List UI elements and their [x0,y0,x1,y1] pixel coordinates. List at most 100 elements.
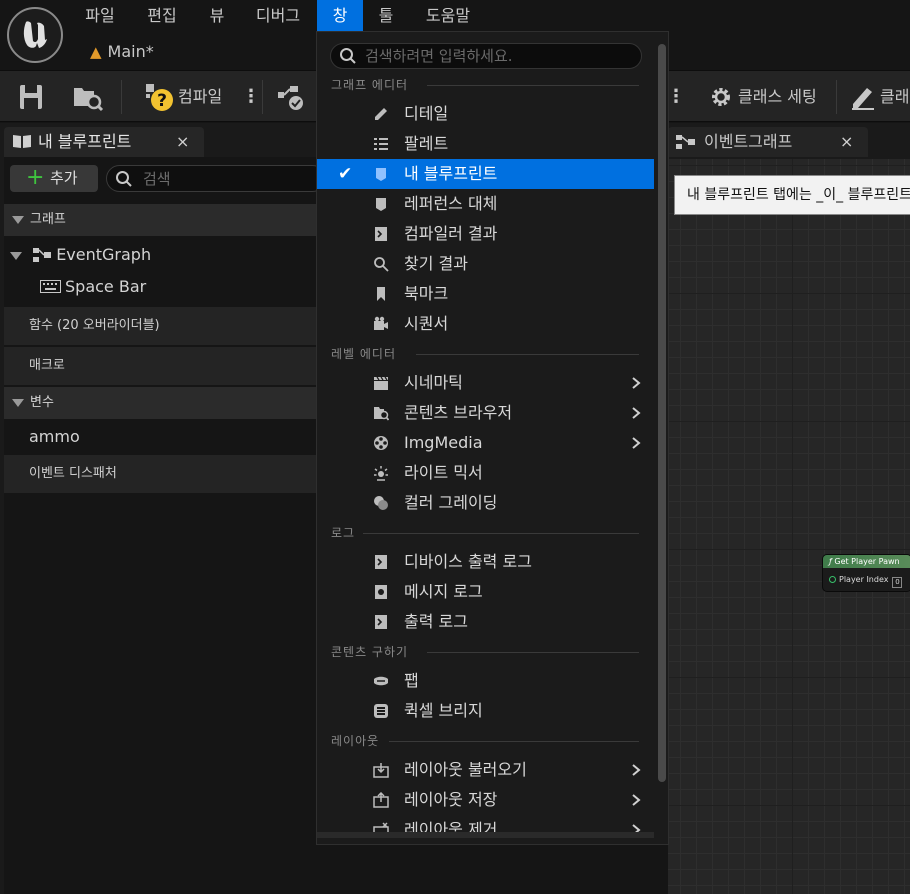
menu-item-label: 출력 로그 [404,612,468,631]
menu-item-remove-layout[interactable]: 레이아웃 제거 [317,815,654,832]
menu-edit[interactable]: 편집 [140,0,184,31]
menu-item-label: 북마크 [404,284,449,303]
menu-item-fab[interactable]: 팹 [317,666,654,696]
menu-scrollbar-thumb[interactable] [658,44,666,782]
menu-window[interactable]: 창 [317,0,363,31]
search-input[interactable] [141,166,321,191]
menu-item-cinematics[interactable]: 시네마틱 [317,368,654,398]
chevron-right-icon [632,407,641,419]
log-icon [375,555,387,569]
section-macros[interactable]: 매크로 [4,347,316,385]
menu-tools[interactable]: 툴 [371,0,401,31]
event-graph-icon [33,248,52,262]
log-icon [375,227,387,241]
svg-text:?: ? [157,91,167,111]
menu-file[interactable]: 파일 [80,0,120,31]
section-graphs[interactable]: 그래프 [4,204,316,236]
menu-item-color-grading[interactable]: 컬러 그레이딩 [317,488,654,518]
menu-item-label: 찾기 결과 [404,254,468,273]
menu-item-label: ImgMedia [404,433,483,452]
color-wheel-icon [374,496,388,510]
class-defaults-icon[interactable] [850,84,876,110]
search-box[interactable] [106,165,326,192]
node-title-text: Get Player Pawn [834,557,900,566]
layout-save-icon [373,792,389,808]
menu-item-label: 메시지 로그 [404,582,483,601]
node-pin-player-index[interactable]: Player Index 0 [829,574,903,588]
menu-item-find-results[interactable]: 찾기 결과 [317,249,654,279]
menu-item-load-layout[interactable]: 레이아웃 불러오기 [317,755,654,785]
diff-icon[interactable] [276,84,306,112]
add-button[interactable]: + 추가 [10,165,98,192]
section-graphs-label: 그래프 [30,212,66,227]
menu-item-device-output-log[interactable]: 디바이스 출력 로그 [317,547,654,577]
tree-item-space-bar[interactable]: Space Bar [40,274,310,300]
menu-item-message-log[interactable]: 메시지 로그 [317,577,654,607]
gear-icon[interactable] [708,84,734,110]
menu-item-label: 레퍼런스 대체 [404,194,498,213]
menu-item-save-layout[interactable]: 레이아웃 저장 [317,785,654,815]
class-defaults-button[interactable]: 클래 [880,86,909,108]
menu-view[interactable]: 뷰 [202,0,232,31]
variable-ammo[interactable]: ammo [29,424,309,450]
graph-canvas[interactable] [668,159,910,894]
menu-search-box[interactable] [330,43,642,69]
menu-section-graph-editor: 그래프 에디터 [331,78,409,92]
section-variables-label: 변수 [30,395,54,410]
menu-horizontal-scrollbar[interactable] [317,832,654,838]
close-icon[interactable]: × [176,131,189,153]
unreal-logo[interactable] [7,7,63,63]
section-functions[interactable]: 함수 (20 오버라이더블) [4,307,316,345]
list-icon [374,138,388,150]
toolbar-separator [262,80,263,114]
menu-search-input[interactable] [363,44,633,68]
section-divider [416,354,639,355]
menu-item-output-log[interactable]: 출력 로그 [317,607,654,637]
menu-item-reference-replace[interactable]: 레퍼런스 대체 [317,189,654,219]
collapse-arrow-icon [12,398,24,407]
menu-section-level-editor: 레벨 에디터 [331,347,397,361]
chevron-right-icon [632,794,641,806]
pin-value[interactable]: 0 [892,577,903,588]
menu-item-content-browser[interactable]: 콘텐츠 브라우저 [317,398,654,428]
section-divider [389,741,639,742]
tree-item-eventgraph[interactable]: EventGraph [4,242,316,268]
my-blueprint-tab-label: 내 블루프린트 [38,132,132,151]
chevron-right-icon [632,764,641,776]
section-event-dispatchers[interactable]: 이벤트 디스패처 [4,455,316,493]
save-icon[interactable] [18,84,46,110]
book-icon [12,133,32,149]
menu-item-label: 팹 [404,671,419,690]
document-tab[interactable]: ▲ Main* [90,38,154,66]
compile-button[interactable]: 컴파일 [178,86,222,108]
menu-item-label: 내 블루프린트 [404,164,498,183]
menu-item-label: 시네마틱 [404,373,463,392]
pencil-icon [375,108,387,120]
class-settings-button[interactable]: 클래스 세팅 [738,86,817,108]
document-tab-label: Main* [107,42,154,61]
menu-item-light-mixer[interactable]: 라이트 믹서 [317,458,654,488]
menu-item-imgmedia[interactable]: ImgMedia [317,428,654,458]
menu-item-quixel-bridge[interactable]: 퀵셀 브리지 [317,696,654,726]
checkmark-icon: ✔ [338,164,353,184]
browse-icon[interactable] [72,84,104,112]
menu-item-sequencer[interactable]: 시퀀서 [317,309,654,339]
compile-icon[interactable]: ? [146,84,174,112]
menu-help[interactable]: 도움말 [419,0,477,31]
menu-item-bookmarks[interactable]: 북마크 [317,279,654,309]
menu-item-my-blueprint[interactable]: ✔ 내 블루프린트 [317,159,654,189]
menu-item-details[interactable]: 디테일 [317,99,654,129]
collapse-arrow-icon [10,251,22,260]
pin-icon [829,576,836,583]
get-player-pawn-node[interactable]: ƒ Get Player Pawn Player Index 0 [822,554,910,592]
section-variables[interactable]: 변수 [4,387,316,419]
menu-item-label: 디테일 [404,104,449,123]
menu-item-palette[interactable]: 팔레트 [317,129,654,159]
compile-options-icon[interactable]: ⋮ [242,84,260,110]
layout-remove-icon [373,822,389,832]
collapse-arrow-icon [12,215,24,224]
close-icon[interactable]: × [840,131,853,153]
log-icon [375,615,387,629]
menu-debug[interactable]: 디버그 [250,0,306,31]
menu-item-compiler-results[interactable]: 컴파일러 결과 [317,219,654,249]
